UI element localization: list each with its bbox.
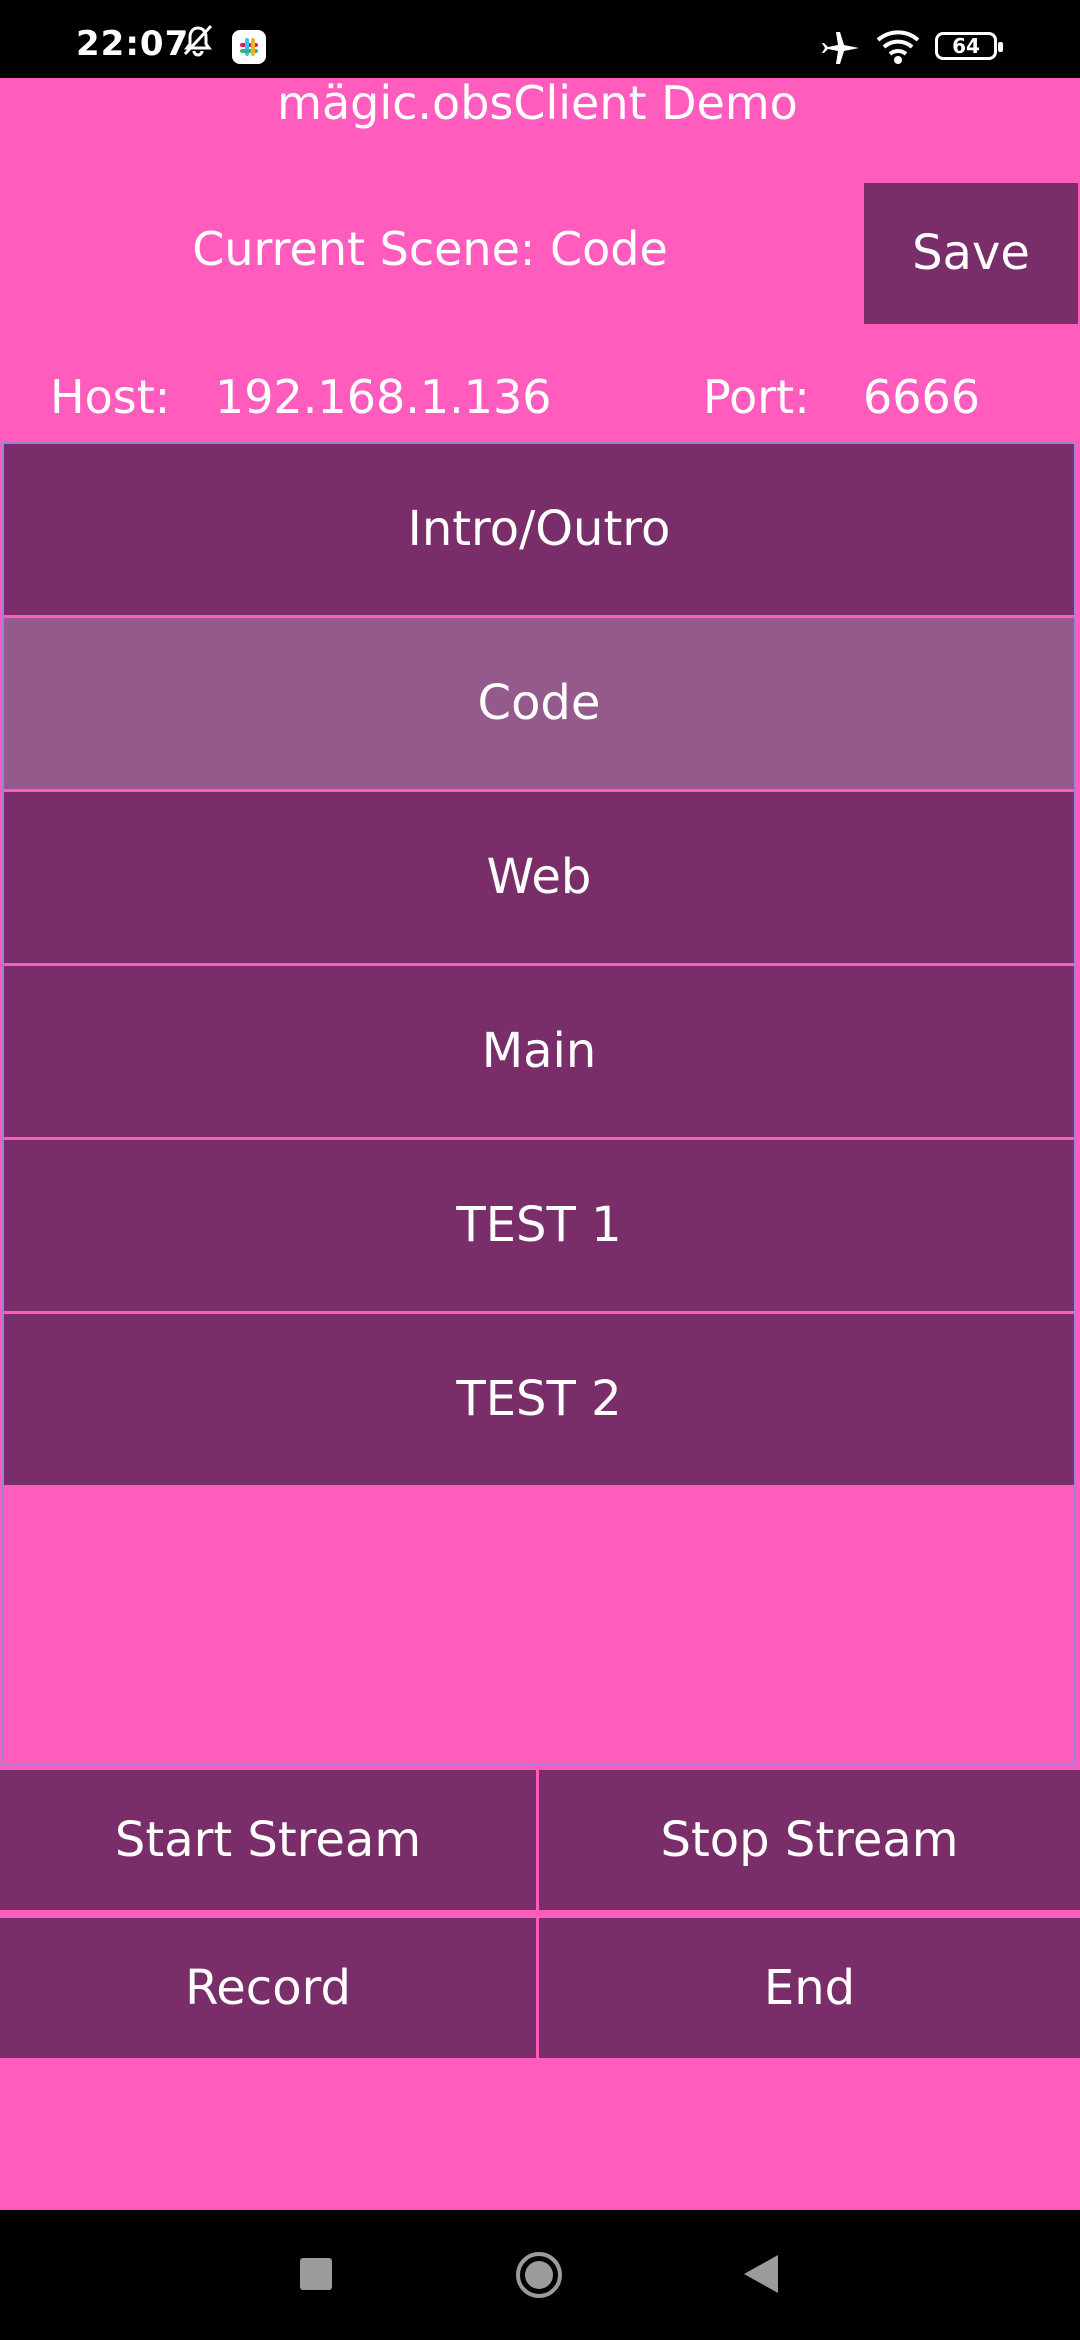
battery-icon: 64 bbox=[935, 32, 1003, 60]
status-bar: 22:07 64 bbox=[0, 0, 1080, 78]
start-stream-button[interactable]: Start Stream bbox=[0, 1770, 536, 1910]
slack-icon bbox=[232, 30, 266, 68]
scene-item-intro-outro[interactable]: Intro/Outro bbox=[4, 444, 1074, 618]
recents-square-icon[interactable] bbox=[300, 2258, 332, 2294]
stop-stream-button[interactable]: Stop Stream bbox=[539, 1770, 1080, 1910]
scene-item-web[interactable]: Web bbox=[4, 792, 1074, 966]
save-button[interactable]: Save bbox=[864, 183, 1078, 324]
scene-item-test-1[interactable]: TEST 1 bbox=[4, 1140, 1074, 1314]
navigation-bar bbox=[0, 2210, 1080, 2340]
host-label: Host: bbox=[50, 370, 171, 424]
app-title: mägic.obsClient Demo bbox=[277, 76, 798, 130]
back-triangle-icon[interactable] bbox=[744, 2255, 778, 2297]
scene-item-main[interactable]: Main bbox=[4, 966, 1074, 1140]
host-value[interactable]: 192.168.1.136 bbox=[215, 370, 552, 424]
wifi-icon bbox=[876, 28, 920, 70]
port-label: Port: bbox=[703, 370, 810, 424]
end-button[interactable]: End bbox=[539, 1918, 1080, 2058]
airplane-icon bbox=[822, 28, 862, 72]
port-value[interactable]: 6666 bbox=[863, 370, 980, 424]
bell-off-icon bbox=[180, 22, 216, 62]
current-scene-label: Current Scene: Code bbox=[192, 222, 668, 276]
home-circle-icon[interactable] bbox=[514, 2250, 564, 2304]
record-button[interactable]: Record bbox=[0, 1918, 536, 2058]
scene-list[interactable]: Intro/Outro Code Web Main TEST 1 TEST 2 bbox=[2, 442, 1076, 1766]
scene-item-code[interactable]: Code bbox=[4, 618, 1074, 792]
scene-item-test-2[interactable]: TEST 2 bbox=[4, 1314, 1074, 1488]
status-time: 22:07 bbox=[76, 24, 190, 64]
